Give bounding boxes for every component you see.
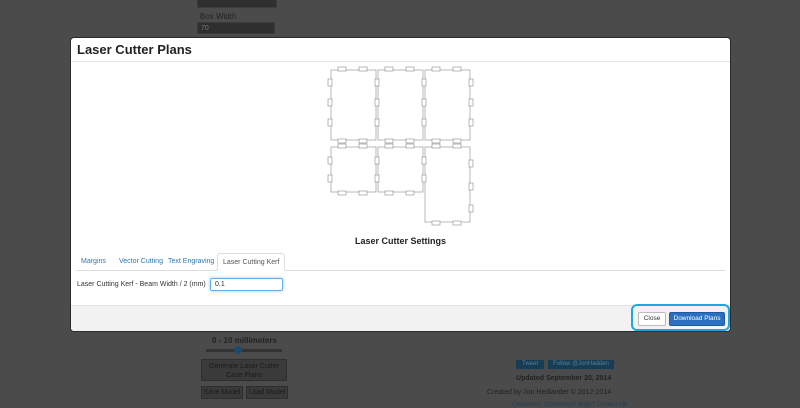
tab-laser-cutting-kerf[interactable]: Laser Cutting Kerf: [217, 253, 286, 271]
panel-outline: [424, 146, 471, 223]
kerf-input[interactable]: [210, 278, 283, 291]
panel-outline: [424, 69, 471, 141]
modal-footer: [71, 305, 730, 331]
footer-links[interactable]: Questions? Comments? Bugs? Contact Me: [512, 402, 627, 408]
tab-vector-cutting[interactable]: Vector Cutting: [114, 253, 168, 270]
generate-plans-button[interactable]: Generate Laser Cutter Case Plans: [201, 359, 287, 381]
panel-outline: [330, 146, 377, 193]
tweet-button[interactable]: Tweet: [516, 360, 544, 369]
created-by-text: Created by Jon Hedlander © 2012-2014: [487, 389, 612, 396]
box-width-input[interactable]: 70: [197, 22, 275, 34]
download-plans-button[interactable]: Download Plans: [669, 312, 725, 326]
panel-outline: [330, 69, 377, 141]
panel-outline: [377, 146, 424, 193]
units-select[interactable]: [197, 0, 277, 8]
follow-button[interactable]: Follow @JonHadden: [548, 360, 614, 369]
range-label: 0 - 10 millimeters: [212, 336, 277, 345]
laser-cutter-plans-modal: Laser Cutter Plans Laser Cutter Settings…: [70, 37, 731, 332]
updated-text: Updated September 20, 2014: [516, 375, 612, 382]
modal-title: Laser Cutter Plans: [77, 42, 192, 57]
slider-handle[interactable]: [234, 346, 242, 354]
panel-outline: [377, 69, 424, 141]
box-width-label: Box Width: [200, 12, 237, 21]
save-model-button[interactable]: Save Model: [201, 386, 243, 399]
close-button[interactable]: Close: [638, 312, 666, 326]
load-model-button[interactable]: Load Model: [246, 386, 288, 399]
plans-preview-image: [327, 66, 474, 226]
slider-track[interactable]: [206, 349, 282, 352]
settings-tabs: Margins Vector Cutting Text Engraving La…: [76, 253, 725, 271]
settings-title: Laser Cutter Settings: [354, 236, 447, 246]
tab-margins[interactable]: Margins: [76, 253, 111, 270]
tab-text-engraving[interactable]: Text Engraving: [163, 253, 219, 270]
kerf-label: Laser Cutting Kerf - Beam Width / 2 (mm): [77, 281, 206, 288]
modal-header: Laser Cutter Plans: [71, 38, 730, 62]
